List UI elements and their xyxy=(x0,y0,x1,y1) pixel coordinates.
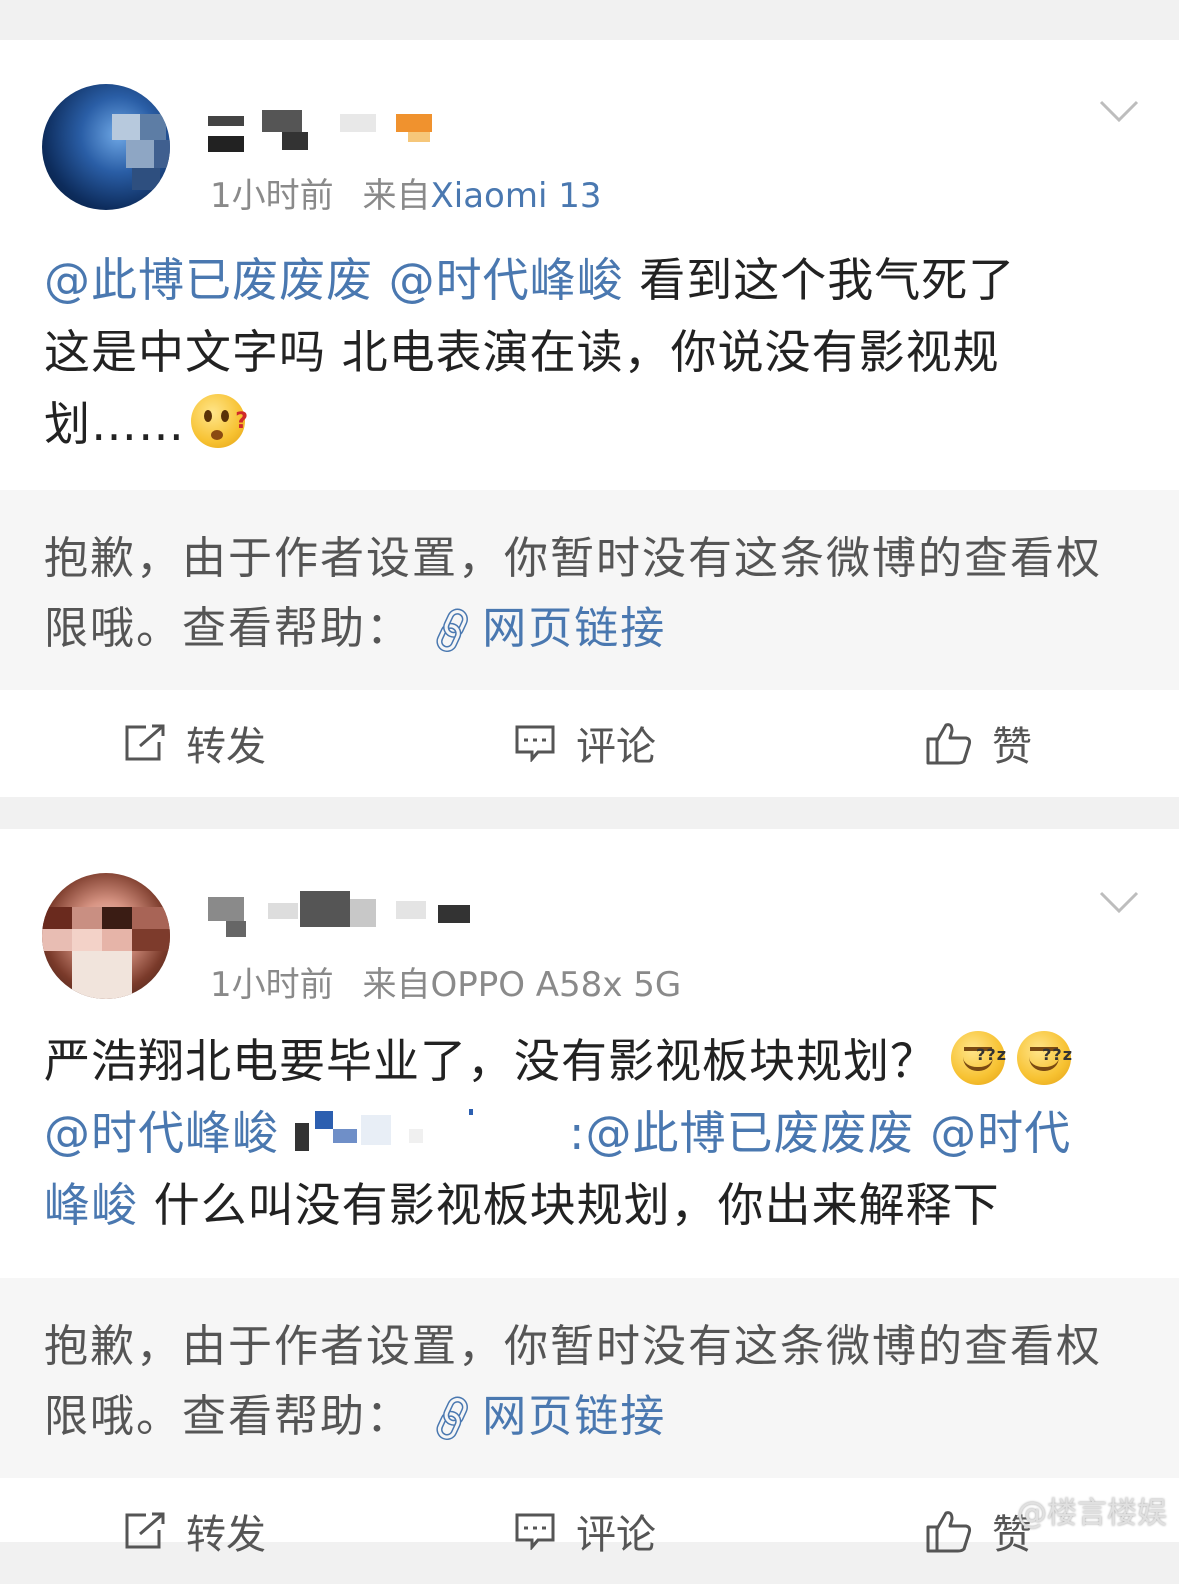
repost-button[interactable]: 转发 xyxy=(124,1504,266,1558)
username-redacted[interactable] xyxy=(208,110,448,154)
comment-button[interactable]: 评论 xyxy=(514,1504,656,1558)
thumbs-up-icon xyxy=(926,1511,972,1553)
web-link[interactable]: 网页链接 xyxy=(482,603,666,654)
repost-label: 转发 xyxy=(186,724,266,770)
post-text-segment: 这是中文字吗 北电表演在读，你说没有影视规 xyxy=(44,325,1000,379)
source-prefix: 来自 xyxy=(362,176,431,216)
post-text-segment: 严浩翔北电要毕业了，没有影视板块规划？ xyxy=(44,1034,937,1088)
repost-icon xyxy=(125,1512,165,1549)
weibo-post-1: 1小时前 来自Xiaomi 13 @此博已废废废 @时代峰峻 看到这个我气死了 … xyxy=(0,40,1179,797)
question-face-emoji: ? xyxy=(191,394,248,448)
comment-icon xyxy=(515,1513,555,1550)
device-link[interactable]: Xiaomi 13 xyxy=(430,176,601,216)
mention-link[interactable]: @时代峰峻 xyxy=(389,253,624,307)
mention-link[interactable]: @此博已废废废 xyxy=(44,253,373,307)
thumbs-up-icon xyxy=(926,723,972,765)
mention-link[interactable]: :@此博已废废废 xyxy=(569,1106,915,1160)
post-meta: 1小时前 来自OPPO A58x 5G xyxy=(210,957,681,1006)
comment-label: 评论 xyxy=(576,1512,656,1558)
post-actions: 转发 评论 赞 xyxy=(0,1478,1179,1584)
weibo-post-2: 1小时前 来自OPPO A58x 5G 严浩翔北电要毕业了，没有影视板块规划？ … xyxy=(0,829,1179,1558)
link-icon: 🔗︎ xyxy=(421,600,485,660)
comment-button[interactable]: 评论 xyxy=(514,716,656,770)
post-actions: 转发 评论 赞 xyxy=(0,690,1179,796)
permission-notice: 抱歉，由于作者设置，你暂时没有这条微博的查看权限哦。查看帮助： 🔗︎网页链接 xyxy=(0,490,1179,690)
source-prefix: 来自 xyxy=(362,965,431,1005)
permission-notice: 抱歉，由于作者设置，你暂时没有这条微博的查看权限哦。查看帮助： 🔗︎网页链接 xyxy=(0,1278,1179,1478)
username-redacted[interactable] xyxy=(208,891,478,937)
mention-link[interactable]: 峰峻 xyxy=(44,1178,138,1232)
device-name: OPPO A58x 5G xyxy=(430,965,682,1005)
comment-label: 评论 xyxy=(576,724,656,770)
post-text-segment: 看到这个我气死了 xyxy=(623,253,1016,307)
sleepy-face-emoji: ??z xyxy=(951,1031,1006,1085)
repost-button[interactable]: 转发 xyxy=(124,716,266,770)
mention-link[interactable]: @时代 xyxy=(915,1106,1072,1160)
watermark: @楼言楼娱 xyxy=(1017,1496,1167,1531)
post-text-segment: 划…… xyxy=(44,397,185,451)
user-avatar[interactable] xyxy=(42,84,170,210)
chevron-down-icon[interactable] xyxy=(1099,96,1139,126)
post-text: 严浩翔北电要毕业了，没有影视板块规划？ ??z ??z @时代峰峻 :@此博已废… xyxy=(44,1025,1144,1241)
web-link[interactable]: 网页链接 xyxy=(482,1391,666,1442)
redacted-mention xyxy=(279,1109,569,1155)
like-button[interactable]: 赞 xyxy=(926,716,1032,770)
post-text: @此博已废废废 @时代峰峻 看到这个我气死了 这是中文字吗 北电表演在读，你说没… xyxy=(44,244,1124,460)
user-avatar[interactable] xyxy=(42,873,170,999)
sleepy-face-emoji: ??z xyxy=(1017,1031,1072,1085)
post-text-segment: 什么叫没有影视板块规划，你出来解释下 xyxy=(138,1178,1000,1232)
post-time: 1小时前 xyxy=(210,176,334,216)
repost-icon xyxy=(125,724,165,761)
chevron-down-icon[interactable] xyxy=(1099,887,1139,917)
link-icon: 🔗︎ xyxy=(421,1388,485,1448)
comment-icon xyxy=(515,725,555,762)
like-label: 赞 xyxy=(992,724,1032,770)
repost-label: 转发 xyxy=(186,1512,266,1558)
mention-link[interactable]: @时代峰峻 xyxy=(44,1106,279,1160)
post-meta: 1小时前 来自Xiaomi 13 xyxy=(210,168,601,217)
post-time: 1小时前 xyxy=(210,965,334,1005)
